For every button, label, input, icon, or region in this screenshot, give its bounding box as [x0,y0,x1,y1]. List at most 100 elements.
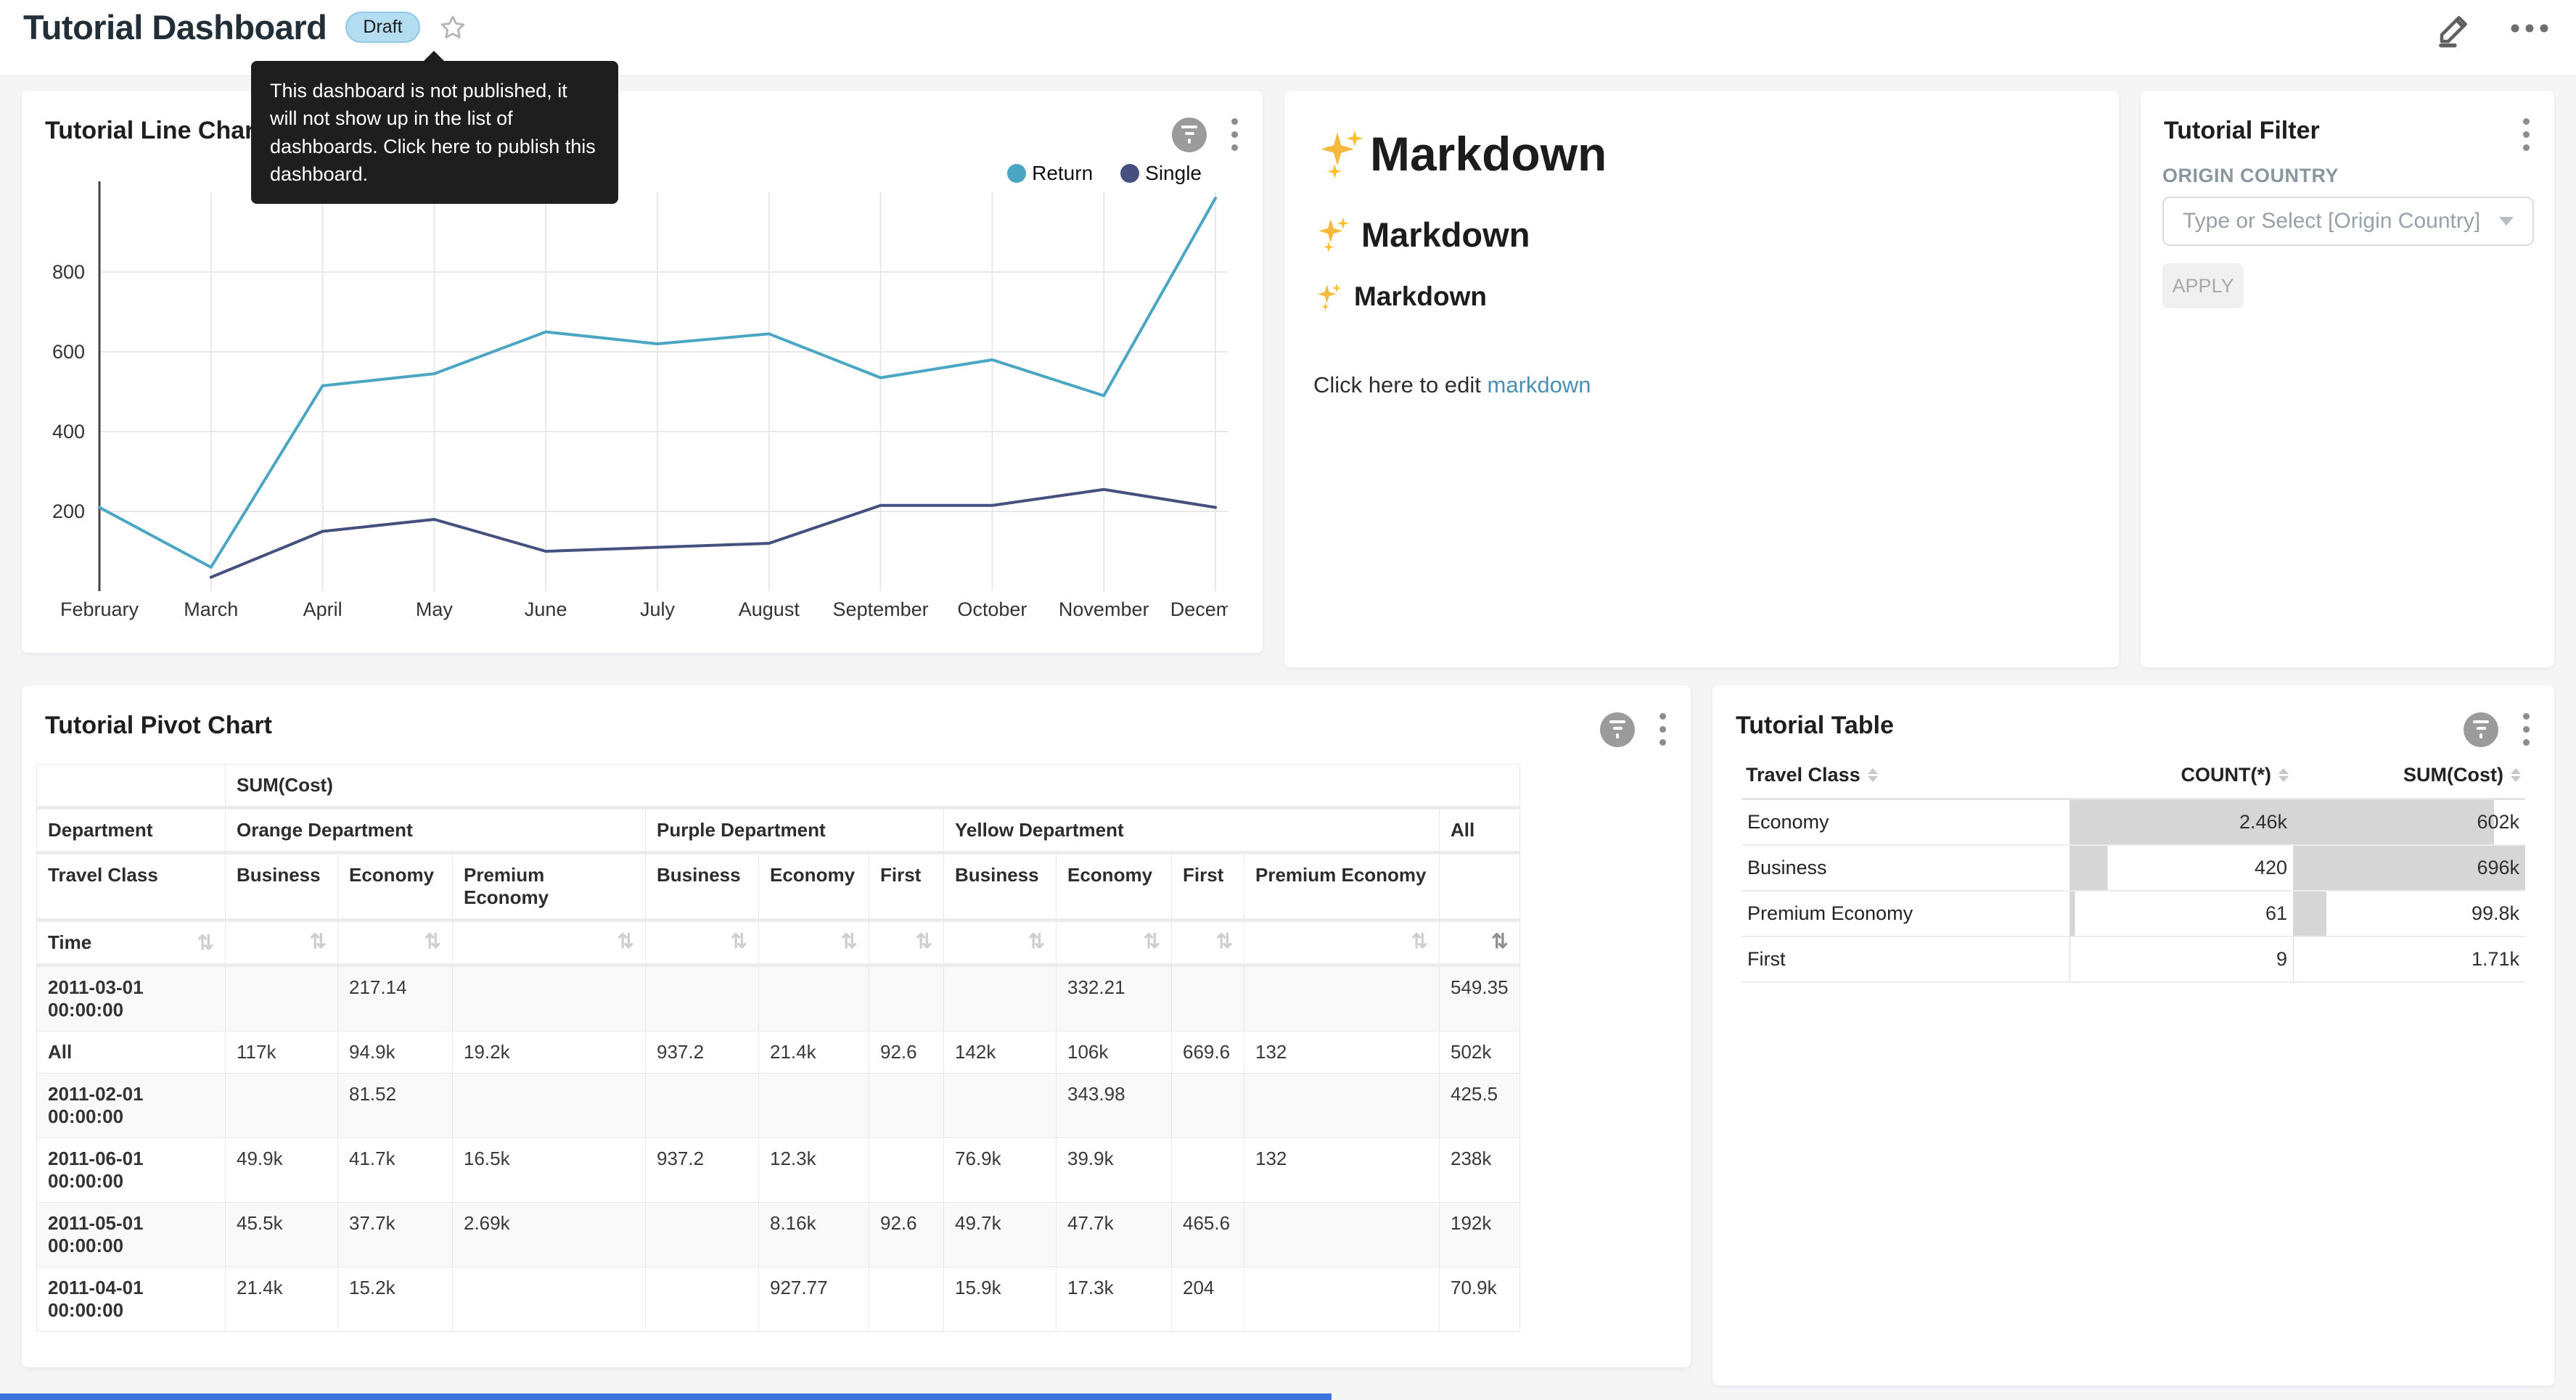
x-tick-label: August [739,598,800,620]
pivot-table: SUM(Cost)DepartmentOrange DepartmentPurp… [36,764,1520,1332]
pivot-cell [1172,965,1244,1032]
markdown-edit-hint: Click here to edit markdown [1313,372,2090,398]
pivot-row: 2011-02-0100:00:0081.52343.98425.5 [37,1074,1520,1138]
x-tick-label: February [60,598,139,620]
pivot-group-header: All [1440,808,1520,853]
count-cell: 61 [2070,891,2293,936]
x-tick-label: April [303,598,342,620]
filter-panel-title: Tutorial Filter [2164,117,2320,145]
sort-toggle-icon[interactable]: ⇅ [841,931,858,952]
markdown-edit-link[interactable]: markdown [1488,372,1591,398]
pivot-cell: 49.9k [226,1138,338,1203]
pivot-cell [1172,1074,1244,1138]
origin-country-select[interactable]: Type or Select [Origin Country] [2162,197,2534,246]
pivot-cell: 16.5k [453,1138,646,1203]
pivot-cell: 76.9k [944,1138,1057,1203]
x-tick-label: March [184,598,238,620]
sort-toggle-icon[interactable]: ⇅ [424,931,441,952]
sum-cell: 1.71k [2293,936,2525,982]
sort-desc-icon[interactable]: ⇅ [1491,931,1508,952]
pivot-cell: 217.14 [338,965,453,1032]
sparkles-icon [1313,214,1354,255]
table-column-header[interactable]: COUNT(*) [2070,752,2293,799]
sum-cell: 602k [2293,799,2525,846]
chart-kebab-menu-icon[interactable] [1228,115,1241,154]
pivot-cell [759,1074,869,1138]
markdown-panel[interactable]: Markdown Markdown Markdown Click here to… [1284,91,2119,667]
status-badge[interactable]: Draft [345,12,419,43]
table-row[interactable]: Premium Economy6199.8k [1742,891,2525,936]
pivot-cell: 132 [1244,1032,1440,1074]
filter-panel: Tutorial Filter ORIGIN COUNTRY Type or S… [2141,91,2554,667]
pivot-cell: 81.52 [338,1074,453,1138]
pivot-cell [226,1074,338,1138]
pivot-cell [453,965,646,1032]
y-tick-label: 200 [52,501,85,522]
sort-toggle-icon[interactable]: ⇅ [1411,931,1428,952]
table-row[interactable]: Economy2.46k602k [1742,799,2525,846]
pivot-cell [453,1074,646,1138]
sort-carets-icon[interactable] [2511,768,2521,782]
applied-filters-icon[interactable] [2464,712,2498,747]
column-label: SUM(Cost) [2403,764,2503,786]
pivot-dept-label: Department [37,808,226,853]
pivot-row-label: 2011-02-0100:00:00 [37,1074,226,1138]
pivot-cell: 92.6 [869,1203,944,1267]
sum-cell: 99.8k [2293,891,2525,936]
sort-toggle-icon[interactable]: ⇅ [618,931,634,952]
sort-toggle-icon[interactable]: ⇅ [1144,931,1160,952]
horizontal-scrollbar[interactable] [0,1393,1332,1400]
pivot-cell [226,965,338,1032]
chart-kebab-menu-icon[interactable] [2520,710,2532,749]
column-label: Travel Class [1746,764,1861,786]
pivot-cell: 238k [1440,1138,1520,1203]
favorite-star-icon[interactable] [439,14,467,41]
sort-toggle-icon[interactable]: ⇅ [197,933,214,953]
pivot-cell: 425.5 [1440,1074,1520,1138]
travel-class-cell: First [1742,936,2070,982]
pivot-cell: 12.3k [759,1138,869,1203]
series-line-single[interactable] [211,490,1215,577]
legend-label: Return [1032,162,1093,185]
table-row[interactable]: Business420696k [1742,845,2525,891]
pivot-column-header: Economy [338,853,453,921]
table-column-header[interactable]: SUM(Cost) [2293,752,2525,799]
pivot-row-label: 2011-04-0100:00:00 [37,1267,226,1332]
legend-item[interactable]: Single [1120,162,1202,185]
pivot-chart-panel: Tutorial Pivot Chart SUM(Cost)Department… [22,685,1691,1367]
pivot-cell [1244,1203,1440,1267]
sort-toggle-icon[interactable]: ⇅ [310,931,327,952]
sort-toggle-icon[interactable]: ⇅ [916,931,932,952]
travel-class-cell: Premium Economy [1742,891,2070,936]
pivot-cell [869,965,944,1032]
pivot-cell [944,1074,1057,1138]
pivot-cell [646,1267,759,1332]
pivot-cell [1244,965,1440,1032]
table-row[interactable]: First91.71k [1742,936,2525,982]
pivot-time-label: Time [48,931,91,954]
apply-button[interactable]: APPLY [2162,263,2244,308]
pivot-group-header: Purple Department [646,808,944,853]
table-column-header[interactable]: Travel Class [1742,752,2070,799]
pivot-corner-cell [37,765,226,808]
pivot-cell: 465.6 [1172,1203,1244,1267]
sort-carets-icon[interactable] [1868,768,1878,782]
sort-carets-icon[interactable] [2278,768,2289,782]
pivot-cell [1244,1074,1440,1138]
filter-kebab-menu-icon[interactable] [2520,115,2532,154]
markdown-h2: Markdown [1313,214,2090,255]
pivot-cell: 45.5k [226,1203,338,1267]
more-menu-icon[interactable] [2508,20,2551,37]
legend-item[interactable]: Return [1007,162,1093,185]
chart-kebab-menu-icon[interactable] [1657,710,1669,749]
pivot-cell [759,965,869,1032]
y-tick-label: 600 [52,341,85,363]
applied-filters-icon[interactable] [1600,712,1635,747]
sort-toggle-icon[interactable]: ⇅ [1216,931,1233,952]
pivot-cell [869,1074,944,1138]
sort-toggle-icon[interactable]: ⇅ [731,931,747,952]
sort-toggle-icon[interactable]: ⇅ [1028,931,1045,952]
x-tick-label: November [1059,598,1149,620]
pivot-cell: 204 [1172,1267,1244,1332]
edit-pencil-icon[interactable] [2435,9,2474,48]
